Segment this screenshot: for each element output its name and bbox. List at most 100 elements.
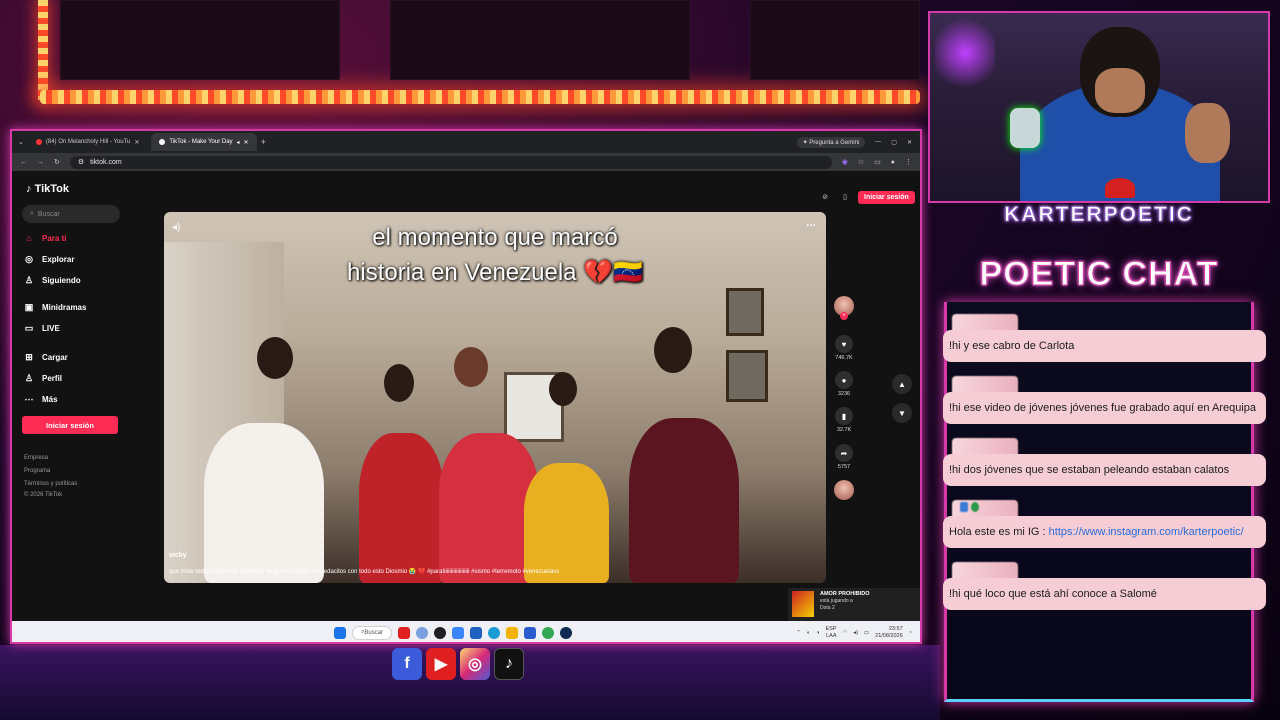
close-window-icon[interactable]: ✕	[907, 139, 912, 146]
chevron-down-icon: ▼	[898, 408, 906, 418]
top-login-button[interactable]: Iniciar sesión	[858, 190, 915, 204]
nav-explorar[interactable]: ◎ Explorar	[24, 254, 74, 265]
cast-icon[interactable]: ▭	[874, 158, 881, 166]
volume-icon[interactable]: ◂)	[853, 630, 858, 636]
like-button[interactable]: ♥ 746.7K	[832, 335, 856, 361]
instagram-link[interactable]: https://www.instagram.com/karterpoetic/	[1049, 526, 1244, 538]
notification-title: AMOR PROHIBIDO	[820, 591, 870, 597]
app-icon[interactable]	[524, 626, 537, 639]
menu-icon[interactable]: ⋮	[905, 158, 912, 166]
youtube-icon	[35, 139, 42, 145]
chat-text: !hi qué loco que está ahí conoce a Salom…	[943, 578, 1266, 610]
url-field[interactable]: ⚙ tiktok.com	[69, 155, 832, 169]
nav-para-ti[interactable]: ⌂ Para ti	[24, 233, 66, 243]
app-icon[interactable]	[434, 626, 447, 639]
volume-icon[interactable]: ◂)	[172, 222, 180, 233]
nav-live[interactable]: ▭ LIVE	[24, 323, 60, 334]
search-icon: ⌕	[30, 210, 34, 217]
nav-cargar[interactable]: ⊞ Cargar	[24, 352, 68, 363]
wifi-icon[interactable]: ◠	[843, 630, 848, 636]
footer-empresa[interactable]: Empresa	[24, 455, 48, 461]
taskbar-search[interactable]: ⌕ Buscar	[352, 625, 393, 640]
site-info-icon[interactable]: ⚙	[78, 158, 84, 166]
streamer-hand	[1185, 103, 1230, 163]
chat-text: Hola este es mi IG : https://www.instagr…	[943, 516, 1266, 548]
video-dancer-head	[454, 347, 488, 387]
nav-minidramas[interactable]: ▣ Minidramas	[24, 302, 87, 313]
tab-youtube[interactable]: (84) On Melancholy Hill - YouTu ✕	[28, 133, 148, 151]
search-input[interactable]: ⌕ Buscar	[22, 205, 120, 223]
share-button[interactable]: ➦ 5757	[832, 444, 856, 470]
creator-avatar[interactable]: +	[832, 296, 856, 320]
device-icon[interactable]: ▯	[838, 190, 852, 204]
bookmark-icon[interactable]: ☆	[858, 158, 864, 166]
video-dancer	[204, 423, 324, 583]
steam-icon[interactable]	[560, 626, 573, 639]
video-caption-line1: el momento que marcó	[372, 224, 618, 251]
taskbar-search-label: Buscar	[364, 629, 384, 636]
reload-icon[interactable]: ↻	[54, 158, 60, 166]
follow-plus-icon[interactable]: +	[840, 312, 848, 320]
profile-icon[interactable]: ●	[891, 159, 895, 166]
prev-video-button[interactable]: ▲	[892, 374, 912, 394]
share-count: 5757	[837, 464, 851, 470]
close-icon[interactable]: ✕	[244, 139, 249, 146]
next-video-button[interactable]: ▼	[892, 403, 912, 423]
nav-label: LIVE	[42, 324, 60, 333]
close-icon[interactable]: ✕	[134, 139, 139, 146]
clock[interactable]: 23:57 21/08/2026	[875, 626, 903, 640]
gemini-button[interactable]: ✦ Pregunta a Gemini	[796, 136, 866, 148]
back-icon[interactable]: ←	[20, 159, 27, 166]
tab-list-icon[interactable]: ⌄	[18, 138, 24, 146]
comment-count: 3236	[837, 391, 851, 397]
footer-terminos[interactable]: Términos y políticas	[24, 481, 77, 487]
share-icon: ➦	[835, 444, 853, 462]
verified-badge-icon	[971, 502, 979, 512]
more-options-icon[interactable]: ⋯	[806, 220, 816, 231]
clock-date: 21/08/2026	[875, 632, 903, 639]
tray-icon[interactable]: ◑	[816, 630, 819, 636]
chevron-up-icon[interactable]: ⌃	[796, 630, 801, 636]
app-icon[interactable]	[470, 626, 483, 639]
app-icon[interactable]	[416, 626, 429, 639]
sound-avatar[interactable]	[832, 480, 856, 500]
login-button[interactable]: Iniciar sesión	[22, 416, 118, 434]
chrome-icon[interactable]	[542, 626, 555, 639]
tiktok-logo[interactable]: ♪ TikTok	[26, 183, 69, 195]
comment-button[interactable]: ● 3236	[832, 371, 856, 397]
more-icon: ⋯	[24, 394, 34, 404]
notification-bell-icon[interactable]: ◔	[909, 630, 912, 636]
video-username[interactable]: vicky	[169, 552, 187, 559]
save-count: 32.7K	[836, 427, 852, 433]
app-icon[interactable]	[398, 626, 411, 639]
video-dancer	[359, 433, 444, 583]
speaker-icon[interactable]: ◂	[237, 139, 240, 146]
nav-perfil[interactable]: ♙ Perfil	[24, 373, 62, 384]
new-tab-button[interactable]: +	[261, 137, 266, 147]
forward-icon[interactable]: →	[37, 159, 44, 166]
windows-start-icon[interactable]	[334, 626, 346, 639]
tray-icon[interactable]: ◐	[807, 630, 810, 636]
save-button[interactable]: ▮ 32.7K	[832, 407, 856, 433]
coin-icon[interactable]: ⊘	[818, 190, 832, 204]
chat-badges	[960, 502, 979, 512]
minimize-icon[interactable]: —	[875, 139, 881, 145]
footer-programa[interactable]: Programa	[24, 468, 50, 474]
language-indicator[interactable]: ESP LAA	[826, 626, 837, 640]
nav-label: Para ti	[42, 233, 67, 243]
webcam-feed	[928, 11, 1270, 203]
battery-icon[interactable]: ▭	[864, 630, 869, 636]
nav-siguiendo[interactable]: ♙ Siguiendo	[24, 275, 81, 286]
tab-tiktok[interactable]: TikTok - Make Your Day ◂ ✕	[151, 133, 257, 151]
video-caption-line2: historia en Venezuela 💔🇻🇪	[347, 259, 643, 286]
video-dancer	[524, 463, 609, 583]
maximize-icon[interactable]: ▢	[891, 139, 897, 146]
nav-label: Explorar	[42, 255, 75, 264]
game-notification[interactable]: AMOR PROHIBIDO está jugando a Dota 2	[788, 588, 920, 621]
extension-icon[interactable]: ◉	[842, 158, 848, 166]
edge-icon[interactable]	[488, 626, 501, 639]
nav-mas[interactable]: ⋯ Más	[24, 394, 58, 405]
video-player[interactable]: el momento que marcó historia en Venezue…	[164, 212, 826, 583]
folder-icon[interactable]	[506, 626, 519, 639]
app-icon[interactable]	[452, 626, 465, 639]
